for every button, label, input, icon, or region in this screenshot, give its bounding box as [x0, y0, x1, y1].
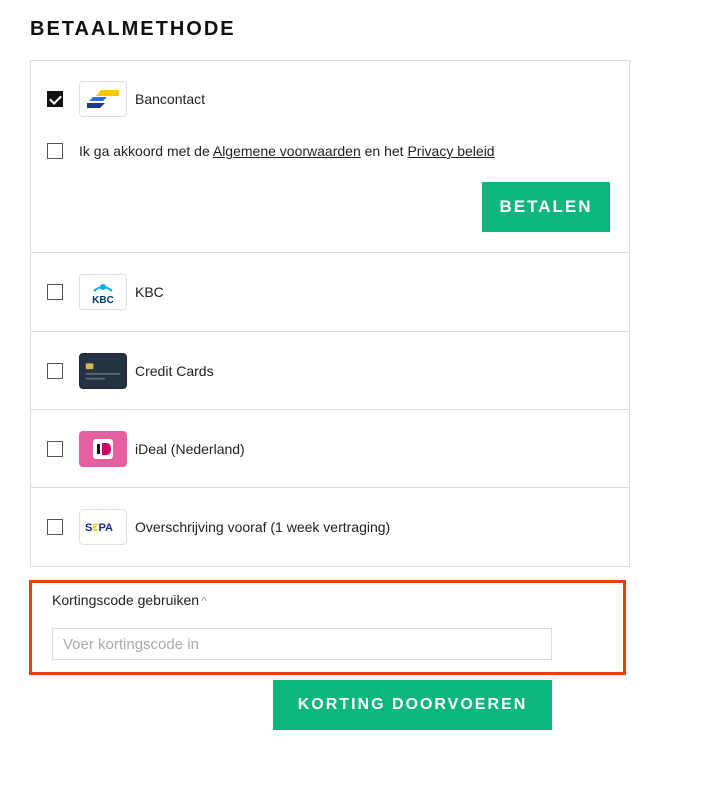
- terms-middle: en het: [360, 143, 408, 159]
- kbc-logo-icon: KBC: [79, 274, 127, 310]
- kbc-checkbox[interactable]: [47, 284, 63, 300]
- sepa-checkbox[interactable]: [47, 519, 63, 535]
- ideal-checkbox[interactable]: [47, 440, 63, 457]
- payment-method-label: Bancontact: [135, 91, 206, 107]
- payment-method-sepa[interactable]: S€PA Overschrijving vooraf (1 week vertr…: [31, 488, 629, 566]
- discount-toggle-label: Kortingscode gebruiken: [52, 592, 200, 608]
- terms-link[interactable]: Algemene voorwaarden: [213, 143, 361, 159]
- discount-code-input[interactable]: [52, 628, 552, 660]
- payment-method-ideal[interactable]: iDeal (Nederland): [31, 410, 629, 488]
- payment-method-label: KBC: [135, 284, 164, 300]
- bancontact-logo-icon: [79, 81, 127, 117]
- terms-text: Ik ga akkoord met de Algemene voorwaarde…: [79, 143, 495, 159]
- chevron-up-icon: ^: [201, 594, 207, 608]
- sepa-logo-rest: PA: [98, 522, 113, 534]
- payment-method-label: Credit Cards: [135, 362, 214, 379]
- kbc-logo-text: KBC: [92, 295, 114, 305]
- payment-method-label: iDeal (Nederland): [135, 440, 245, 457]
- credit-card-icon: [79, 352, 127, 389]
- credit-cards-checkbox[interactable]: [47, 362, 63, 379]
- section-title: BETAALMETHODE: [30, 18, 236, 40]
- discount-toggle[interactable]: Kortingscode gebruiken ^: [52, 592, 207, 608]
- bancontact-checkbox[interactable]: [47, 91, 63, 107]
- apply-discount-button[interactable]: KORTING DOORVOEREN: [273, 680, 552, 730]
- terms-prefix: Ik ga akkoord met de: [79, 143, 213, 159]
- discount-section: Kortingscode gebruiken ^: [29, 580, 626, 675]
- sepa-logo-s: S: [85, 522, 92, 534]
- payment-method-kbc[interactable]: KBC KBC: [31, 253, 629, 332]
- payment-methods-list: Bancontact Ik ga akkoord met de Algemene…: [30, 60, 630, 567]
- svg-text:S€PA: S€PA: [85, 522, 113, 534]
- payment-method-credit-cards[interactable]: Credit Cards: [31, 332, 629, 410]
- ideal-logo-icon: [79, 430, 127, 467]
- pay-button[interactable]: BETALEN: [482, 182, 610, 232]
- payment-method-label: Overschrijving vooraf (1 week vertraging…: [135, 519, 391, 535]
- sepa-logo-icon: S€PA: [79, 509, 127, 545]
- privacy-link[interactable]: Privacy beleid: [407, 143, 494, 159]
- payment-method-bancontact: Bancontact Ik ga akkoord met de Algemene…: [31, 61, 629, 253]
- terms-checkbox[interactable]: [47, 143, 63, 159]
- payment-option-row[interactable]: Bancontact: [31, 74, 629, 124]
